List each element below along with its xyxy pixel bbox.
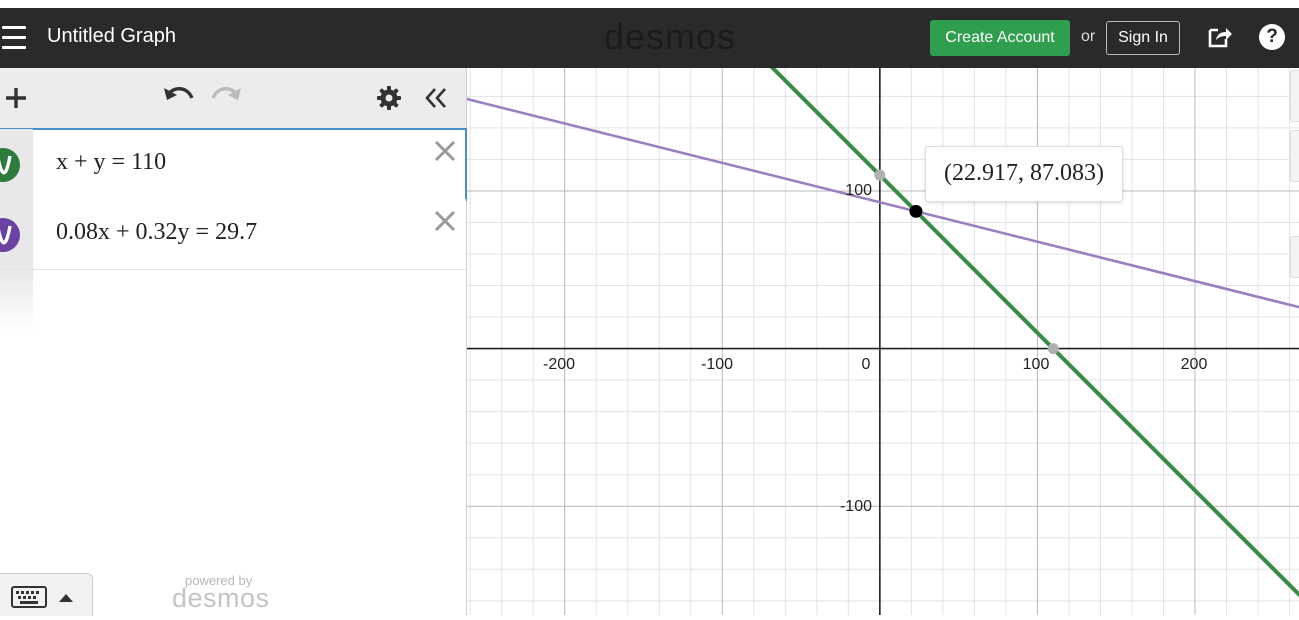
new-expression-row[interactable] <box>0 270 466 330</box>
delete-expression-icon[interactable] <box>433 139 457 163</box>
collapse-panel-icon[interactable] <box>423 85 449 111</box>
expression-gutter <box>0 270 33 330</box>
zoom-out-button-edge[interactable] <box>1290 130 1299 182</box>
share-icon[interactable] <box>1206 24 1232 50</box>
intercept-point[interactable] <box>1047 343 1059 355</box>
graph-title[interactable]: Untitled Graph <box>47 25 176 48</box>
curve-line-2[interactable] <box>465 97 1299 309</box>
desmos-logo: desmos <box>604 16 737 57</box>
x-tick-label: 100 <box>1023 356 1050 373</box>
header-bar: Untitled Graph desmos Create Account or … <box>0 8 1299 68</box>
x-tick-label: -200 <box>543 356 575 373</box>
create-account-button[interactable]: Create Account <box>930 20 1070 56</box>
caret-up-icon <box>59 594 73 602</box>
intercept-point[interactable] <box>874 169 886 181</box>
gear-icon[interactable] <box>376 85 402 111</box>
keyboard-icon <box>11 586 47 608</box>
y-tick-label: 100 <box>845 182 872 199</box>
redo-icon[interactable] <box>210 84 242 108</box>
expression-toolbar <box>0 68 466 129</box>
x-tick-label: 200 <box>1181 356 1208 373</box>
intersection-point-label[interactable]: (22.917, 87.083) <box>925 146 1123 202</box>
add-icon[interactable] <box>4 86 28 110</box>
expression-row-2[interactable]: 0.08x + 0.32y = 29.7 <box>0 199 466 270</box>
keypad-toggle-button[interactable] <box>0 573 93 616</box>
undo-icon[interactable] <box>163 84 195 108</box>
x-tick-label: 0 <box>862 356 871 373</box>
hamburger-menu-icon[interactable] <box>2 26 26 50</box>
curve-line-1[interactable] <box>467 0 1299 597</box>
intersection-point[interactable] <box>909 204 923 218</box>
y-tick-label: -100 <box>840 498 872 515</box>
expression-text[interactable]: x + y = 110 <box>56 149 166 176</box>
expression-row-1[interactable]: x + y = 110 <box>0 128 467 201</box>
x-tick-label: -100 <box>701 356 733 373</box>
or-text: or <box>1081 28 1096 45</box>
help-icon[interactable]: ? <box>1259 24 1285 50</box>
top-strip <box>0 0 1299 8</box>
zoom-in-button-edge[interactable] <box>1290 70 1299 122</box>
expression-panel: x + y = 110 0.08x + 0.32y = 29.7 powered… <box>0 68 467 616</box>
powered-by-logo[interactable]: desmos <box>172 583 270 614</box>
delete-expression-icon[interactable] <box>433 209 457 233</box>
sign-in-button[interactable]: Sign In <box>1106 21 1180 55</box>
graph-paper[interactable]: -200 -100 0 100 200 100 -100 <box>465 0 1299 615</box>
expression-text[interactable]: 0.08x + 0.32y = 29.7 <box>56 219 257 246</box>
home-button-edge[interactable] <box>1290 236 1299 278</box>
graph-canvas[interactable]: -200 -100 0 100 200 100 -100 <box>465 0 1299 615</box>
